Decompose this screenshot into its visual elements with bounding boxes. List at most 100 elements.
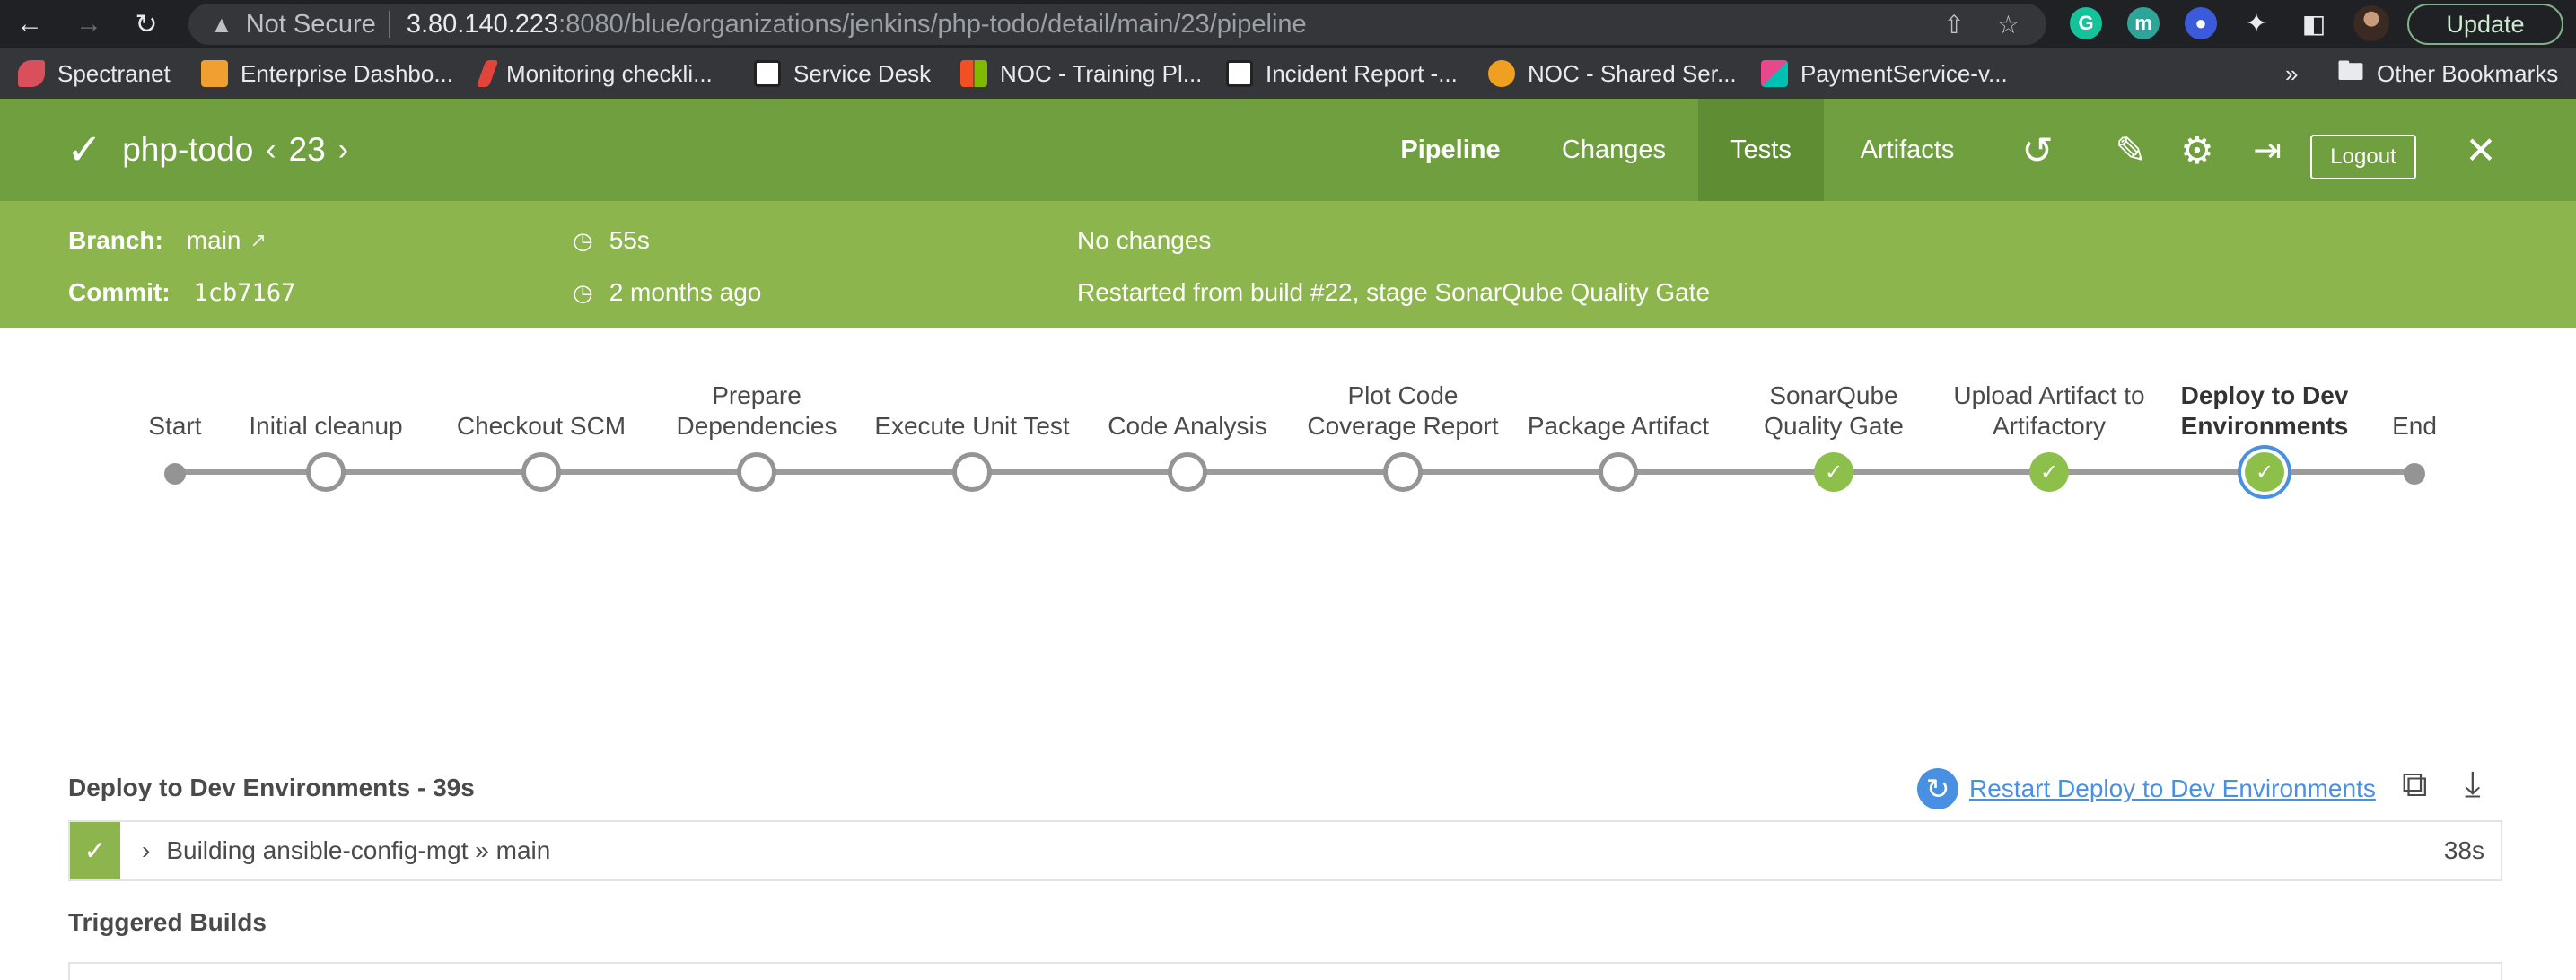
stage-label[interactable]: Execute Unit Test	[873, 375, 1071, 442]
tab-tests[interactable]: Tests	[1698, 99, 1824, 201]
forward-icon[interactable]: →	[66, 0, 111, 48]
stage-label[interactable]: Upload Artifact to Artifactory	[1950, 375, 2148, 442]
search-extension-icon[interactable]: ●	[2185, 7, 2217, 39]
stage-label[interactable]: Package Artifact	[1520, 375, 1717, 442]
stage-label-line1: Prepare	[712, 381, 802, 409]
bookmarks-bar: Spectranet Enterprise Dashbo... Monitori…	[0, 48, 2576, 99]
next-build-icon[interactable]: ›	[338, 133, 348, 168]
bookmarks-overflow[interactable]: »	[2285, 48, 2298, 99]
bookmark-monitoring-checklist[interactable]: Monitoring checkli...	[476, 48, 713, 99]
stage-label[interactable]: Prepare Dependencies	[658, 375, 855, 442]
stage-skipped-node[interactable]	[737, 452, 776, 492]
open-in-new-icon[interactable]: ⧉	[2402, 765, 2428, 805]
rerun-icon[interactable]: ↺	[2011, 99, 2064, 201]
stage-success-icon[interactable]: ✓	[2245, 452, 2284, 492]
changes-value: No changes	[1077, 226, 1212, 254]
stage-label[interactable]: Initial cleanup	[227, 375, 425, 442]
profile-avatar[interactable]	[2353, 5, 2389, 41]
dashboard-favicon-icon	[201, 60, 228, 87]
grammarly-extension-icon[interactable]: G	[2070, 7, 2102, 39]
stage-label-line2: Initial cleanup	[249, 412, 403, 440]
tab-pipeline[interactable]: Pipeline	[1388, 99, 1513, 201]
tab-changes[interactable]: Changes	[1551, 99, 1677, 201]
bookmark-service-desk[interactable]: Service Desk	[754, 48, 931, 99]
stage-label-line2: Quality Gate	[1764, 412, 1904, 440]
bookmark-noc-shared[interactable]: NOC - Shared Ser...	[1488, 48, 1737, 99]
bookmark-incident-report[interactable]: Incident Report -...	[1226, 48, 1458, 99]
bookmark-label: PaymentService-v...	[1801, 59, 2008, 87]
update-button[interactable]: Update	[2407, 4, 2563, 45]
stage-skipped-node[interactable]	[521, 452, 561, 492]
address-bar[interactable]: ▲ Not Secure 3.80.140.223:8080/blue/orga…	[188, 4, 2046, 45]
bookmark-spectranet[interactable]: Spectranet	[18, 48, 171, 99]
classic-ui-icon[interactable]: ⇥	[2240, 99, 2294, 201]
stage-label[interactable]: SonarQube Quality Gate	[1735, 375, 1932, 442]
logout-button[interactable]: Logout	[2310, 135, 2416, 179]
restart-stage-link[interactable]: ↻ Restart Deploy to Dev Environments	[1917, 768, 2376, 809]
stage-label-line1: Upload Artifact to	[1953, 381, 2145, 409]
kibana-favicon-icon	[1761, 60, 1788, 87]
stage-skipped-node[interactable]	[1168, 452, 1207, 492]
branch-label: Branch:	[68, 226, 163, 254]
stage-label-line1: Plot Code	[1347, 381, 1459, 409]
security-label: Not Secure	[245, 9, 376, 39]
stage-success-icon[interactable]: ✓	[1814, 452, 1853, 492]
previous-build-icon[interactable]: ‹	[266, 133, 276, 168]
other-bookmarks-label: Other Bookmarks	[2377, 59, 2559, 87]
build-number: 23	[288, 131, 326, 168]
tab-artifacts[interactable]: Artifacts	[1849, 99, 1966, 201]
reload-icon[interactable]: ↻	[124, 0, 169, 48]
share-icon[interactable]: ⇧	[1943, 10, 1964, 39]
run-summary: Branch: main ↗ Commit: 1cb7167 ◷ 55s ◷ 2…	[0, 201, 2576, 328]
stage-label-line2: End	[2392, 412, 2437, 440]
stage-label-line2: Coverage Report	[1307, 412, 1499, 440]
stage-label[interactable]: End	[2316, 375, 2513, 442]
extensions-puzzle-icon[interactable]: ✦	[2240, 7, 2273, 39]
bookmark-label: NOC - Training Pl...	[1000, 59, 1203, 87]
back-icon[interactable]: ←	[7, 0, 52, 48]
pipeline-track	[175, 469, 2414, 475]
step-log-text: Building ansible-config-mgt » main	[166, 836, 551, 864]
external-link-icon[interactable]: ↗	[250, 229, 267, 252]
browser-toolbar: ← → ↻ ▲ Not Secure 3.80.140.223:8080/blu…	[0, 0, 2576, 48]
stage-label-line2: Code Analysis	[1108, 412, 1267, 440]
step-log-row[interactable]: ✓ › Building ansible-config-mgt » main 3…	[68, 820, 2502, 881]
stage-label[interactable]: Code Analysis	[1089, 375, 1286, 442]
bookmark-noc-training[interactable]: NOC - Training Pl...	[960, 48, 1202, 99]
folder-icon: 🖿	[2337, 56, 2364, 86]
stage-end-node	[2404, 463, 2425, 485]
stage-label-line2: Package Artifact	[1527, 412, 1710, 440]
stage-skipped-node[interactable]	[952, 452, 992, 492]
branch-value[interactable]: main	[187, 226, 241, 255]
bookmark-label: Enterprise Dashbo...	[241, 59, 454, 87]
settings-gear-icon[interactable]: ⚙	[2170, 99, 2224, 201]
restart-label[interactable]: Restart Deploy to Dev Environments	[1969, 774, 2376, 803]
warning-icon: ▲	[210, 10, 233, 38]
project-name[interactable]: php-todo	[122, 131, 253, 169]
m-extension-icon[interactable]: m	[2127, 7, 2160, 39]
expand-chevron-icon[interactable]: ›	[142, 836, 150, 865]
close-icon[interactable]: ✕	[2454, 99, 2508, 201]
success-check-icon: ✓	[66, 127, 103, 174]
bookmark-label: Monitoring checkli...	[506, 59, 713, 87]
other-bookmarks[interactable]: 🖿 Other Bookmarks	[2337, 48, 2558, 99]
stage-start-node	[164, 463, 186, 485]
stage-label[interactable]: Plot Code Coverage Report	[1304, 375, 1502, 442]
stage-success-icon[interactable]: ✓	[2029, 452, 2069, 492]
stage-label[interactable]: Checkout SCM	[442, 375, 640, 442]
duration-value: 55s	[609, 226, 650, 254]
incident-favicon-icon	[1226, 60, 1253, 87]
side-panel-icon[interactable]: ◧	[2298, 7, 2330, 39]
address-divider	[388, 11, 390, 38]
download-icon[interactable]: ⤓	[2465, 765, 2481, 805]
commit-value[interactable]: 1cb7167	[194, 279, 296, 307]
triggered-builds-heading: Triggered Builds	[68, 908, 267, 936]
edit-icon[interactable]: ✎	[2104, 99, 2158, 201]
stage-skipped-node[interactable]	[306, 452, 346, 492]
bookmark-star-icon[interactable]: ☆	[1997, 10, 2020, 39]
stage-skipped-node[interactable]	[1383, 452, 1423, 492]
bookmark-enterprise-dashboard[interactable]: Enterprise Dashbo...	[201, 48, 453, 99]
bookmark-payment-service[interactable]: PaymentService-v...	[1761, 48, 2008, 99]
stage-skipped-node[interactable]	[1599, 452, 1638, 492]
stage-label-line1: SonarQube	[1769, 381, 1898, 409]
